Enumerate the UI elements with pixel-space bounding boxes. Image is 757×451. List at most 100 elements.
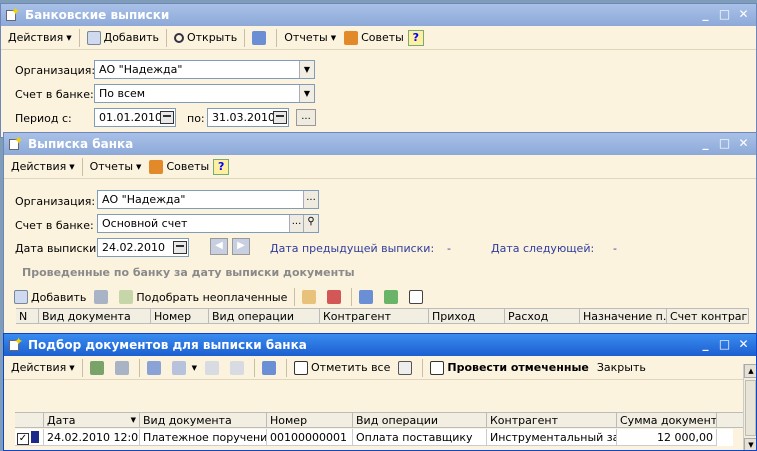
account-select[interactable]: По всем (94, 84, 315, 103)
actions-menu[interactable]: Действия ▼ (7, 358, 79, 378)
scroll-up-icon[interactable]: ▲ (744, 364, 756, 378)
actions-menu[interactable]: Действия ▼ (7, 157, 79, 177)
refresh-icon (262, 360, 276, 375)
document-icon: ✦ (8, 134, 23, 151)
calendar-icon[interactable] (173, 241, 187, 254)
scroll-down-icon[interactable]: ▼ (744, 438, 756, 450)
account-field[interactable]: Основной счет (97, 214, 319, 233)
close-button[interactable]: Закрыть (593, 358, 650, 378)
period-select-button[interactable]: ... (296, 109, 316, 126)
col-amount[interactable]: Сумма документа (617, 413, 717, 427)
table-row[interactable]: ✓ 24.02.2010 12:0... Платежное поручение… (15, 429, 733, 446)
toolbar: Действия ▼ Отчеты ▼ Советы ? (4, 155, 756, 179)
title-bar[interactable]: ✦ Выписка банка _ □ ✕ (4, 133, 756, 155)
close-icon[interactable]: ✕ (735, 337, 752, 353)
edit-button[interactable] (86, 358, 111, 378)
col-expense[interactable]: Расход (505, 309, 580, 323)
report-button[interactable] (405, 287, 430, 307)
minimize-icon[interactable]: _ (697, 136, 714, 152)
col-mark[interactable] (15, 413, 44, 427)
filter-off-button[interactable] (201, 358, 226, 378)
col-doc-type[interactable]: Вид документа (39, 309, 151, 323)
title-bar[interactable]: ✦ Подбор документов для выписки банка _ … (4, 334, 756, 356)
prev-date-button[interactable]: ◀ (210, 238, 228, 255)
actions-menu[interactable]: Действия ▼ (4, 28, 76, 48)
col-purpose[interactable]: Назначение п... (580, 309, 667, 323)
col-counterparty[interactable]: Контрагент (320, 309, 429, 323)
maximize-icon[interactable]: □ (716, 7, 733, 23)
copy-button[interactable] (90, 287, 115, 307)
prev-statement-value: - (447, 242, 451, 255)
window-title: Подбор документов для выписки банка (28, 338, 307, 352)
col-operation[interactable]: Вид операции (209, 309, 320, 323)
refresh-button[interactable] (355, 287, 380, 307)
cell-amount: 12 000,00 (617, 429, 717, 446)
title-bar[interactable]: ✦ Банковские выписки _ □ ✕ (1, 4, 756, 26)
scroll-thumb[interactable] (745, 380, 756, 436)
add-button[interactable]: Добавить (10, 287, 90, 307)
add-button[interactable]: Добавить (83, 28, 163, 48)
edit-button[interactable] (298, 287, 323, 307)
grid-header: Дата ▼ Вид документа Номер Вид операции … (15, 412, 743, 428)
tips-icon (344, 30, 359, 45)
col-account[interactable]: Счет контраге... (667, 309, 749, 323)
dt-kt-button[interactable] (380, 287, 405, 307)
tips-button[interactable]: Советы (145, 157, 213, 177)
org-label: Организация: (15, 64, 96, 77)
pick-unpaid-button[interactable]: Подобрать неоплаченные (115, 287, 291, 307)
col-income[interactable]: Приход (429, 309, 505, 323)
find-button[interactable] (143, 358, 168, 378)
reports-menu[interactable]: Отчеты ▼ (280, 28, 340, 48)
select-button[interactable]: ... (303, 191, 318, 208)
copy-button[interactable] (111, 358, 136, 378)
clear-filter-button[interactable] (226, 358, 251, 378)
delete-button[interactable] (323, 287, 348, 307)
row-checkbox[interactable]: ✓ (15, 429, 44, 446)
mark-all-button[interactable]: Отметить все (290, 358, 394, 378)
scrollbar[interactable]: ▲ ▼ (743, 364, 756, 450)
org-select[interactable]: АО "Надежда" (94, 60, 315, 79)
minimize-icon[interactable]: _ (697, 7, 714, 23)
calendar-icon[interactable] (273, 111, 287, 124)
col-date[interactable]: Дата ▼ (44, 413, 140, 427)
dt-kt-icon (384, 290, 399, 304)
find-icon (146, 360, 161, 375)
help-button[interactable]: ? (213, 158, 230, 175)
window-title: Банковские выписки (25, 8, 170, 22)
cell-counterparty: Инструментальный за... (487, 429, 617, 446)
chevron-down-icon[interactable]: ▼ (299, 85, 314, 102)
grid-toolbar: Добавить Подобрать неоплаченные (7, 285, 751, 309)
close-icon[interactable]: ✕ (735, 136, 752, 152)
col-counterparty[interactable]: Контрагент (487, 413, 617, 427)
col-n[interactable]: N (16, 309, 39, 323)
filter-menu[interactable]: ▼ (168, 358, 201, 378)
minimize-icon[interactable]: _ (697, 337, 714, 353)
bank-statements-window: ✦ Банковские выписки _ □ ✕ Действия ▼ Доб… (0, 3, 757, 138)
clear-filter-icon (230, 360, 244, 375)
org-field[interactable]: АО "Надежда" (97, 190, 319, 209)
reports-menu[interactable]: Отчеты ▼ (86, 157, 146, 177)
refresh-button[interactable] (248, 28, 273, 48)
open-button[interactable]: Открыть (170, 28, 241, 48)
next-date-button[interactable]: ▶ (232, 238, 250, 255)
post-marked-button[interactable]: Провести отмеченные (426, 358, 593, 378)
windows-button[interactable] (394, 358, 419, 378)
search-icon[interactable]: ⚲ (303, 215, 318, 232)
maximize-icon[interactable]: □ (716, 337, 733, 353)
calendar-icon[interactable] (160, 111, 174, 124)
tips-button[interactable]: Советы (340, 28, 408, 48)
refresh-button[interactable] (258, 358, 283, 378)
close-icon[interactable]: ✕ (735, 7, 752, 23)
toolbar: Действия ▼ ▼ Отметить все Провести отмече… (4, 356, 756, 380)
col-operation[interactable]: Вид операции (353, 413, 487, 427)
chevron-down-icon[interactable]: ▼ (299, 61, 314, 78)
col-number[interactable]: Номер (151, 309, 209, 323)
select-documents-window: ✦ Подбор документов для выписки банка _ … (3, 333, 757, 451)
col-number[interactable]: Номер (267, 413, 353, 427)
col-doc-type[interactable]: Вид документа (140, 413, 267, 427)
cell-date: 24.02.2010 12:0... (44, 429, 140, 446)
maximize-icon[interactable]: □ (716, 136, 733, 152)
help-button[interactable]: ? (407, 29, 424, 46)
report-icon (409, 290, 424, 304)
select-button[interactable]: ... (289, 215, 303, 232)
